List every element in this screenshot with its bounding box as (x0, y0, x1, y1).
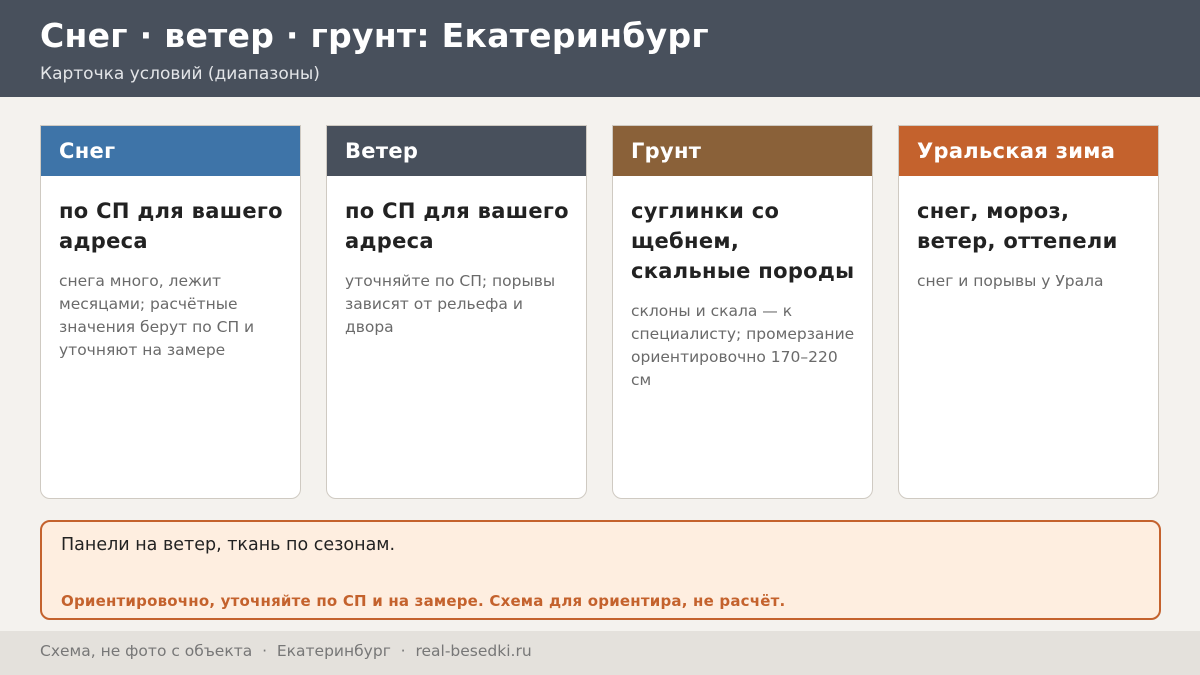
note-box: Панели на ветер, ткань по сезонам. Ориен… (40, 520, 1161, 620)
note-text: Панели на ветер, ткань по сезонам. (61, 535, 396, 555)
card-wind: Ветер по СП для вашего адреса уточняйте … (326, 125, 587, 499)
disclaimer-text: Ориентировочно, уточняйте по СП и на зам… (61, 592, 786, 610)
card-header-soil: Грунт (613, 126, 872, 176)
card-main-soil: суглинки со щебнем, скальные породы (631, 199, 855, 283)
page-subtitle: Карточка условий (диапазоны) (40, 64, 320, 84)
card-soil: Грунт суглинки со щебнем, скальные пород… (612, 125, 873, 499)
card-header-wind: Ветер (327, 126, 586, 176)
card-note-snow: снега много, лежит месяцами; расчётные з… (59, 272, 255, 359)
card-header-ural-winter: Уральская зима (899, 126, 1158, 176)
card-header-snow: Снег (41, 126, 300, 176)
card-ural-winter: Уральская зима снег, мороз, ветер, оттеп… (898, 125, 1159, 499)
card-note-soil: склоны и скала — к специалисту; промерза… (631, 302, 855, 389)
card-snow: Снег по СП для вашего адреса снега много… (40, 125, 301, 499)
card-note-wind: уточняйте по СП; порывы зависят от релье… (345, 272, 556, 336)
footer-text: Схема, не фото с объекта · Екатеринбург … (40, 642, 532, 660)
header: Снег · ветер · грунт: Екатеринбург Карто… (0, 0, 1200, 97)
page-title: Снег · ветер · грунт: Екатеринбург (40, 16, 709, 55)
card-note-ural-winter: снег и порывы у Урала (917, 272, 1104, 290)
card-main-wind: по СП для вашего адреса (345, 199, 569, 253)
footer: Схема, не фото с объекта · Екатеринбург … (0, 631, 1200, 675)
card-main-ural-winter: снег, мороз, ветер, оттепели (917, 199, 1118, 253)
card-main-snow: по СП для вашего адреса (59, 199, 283, 253)
